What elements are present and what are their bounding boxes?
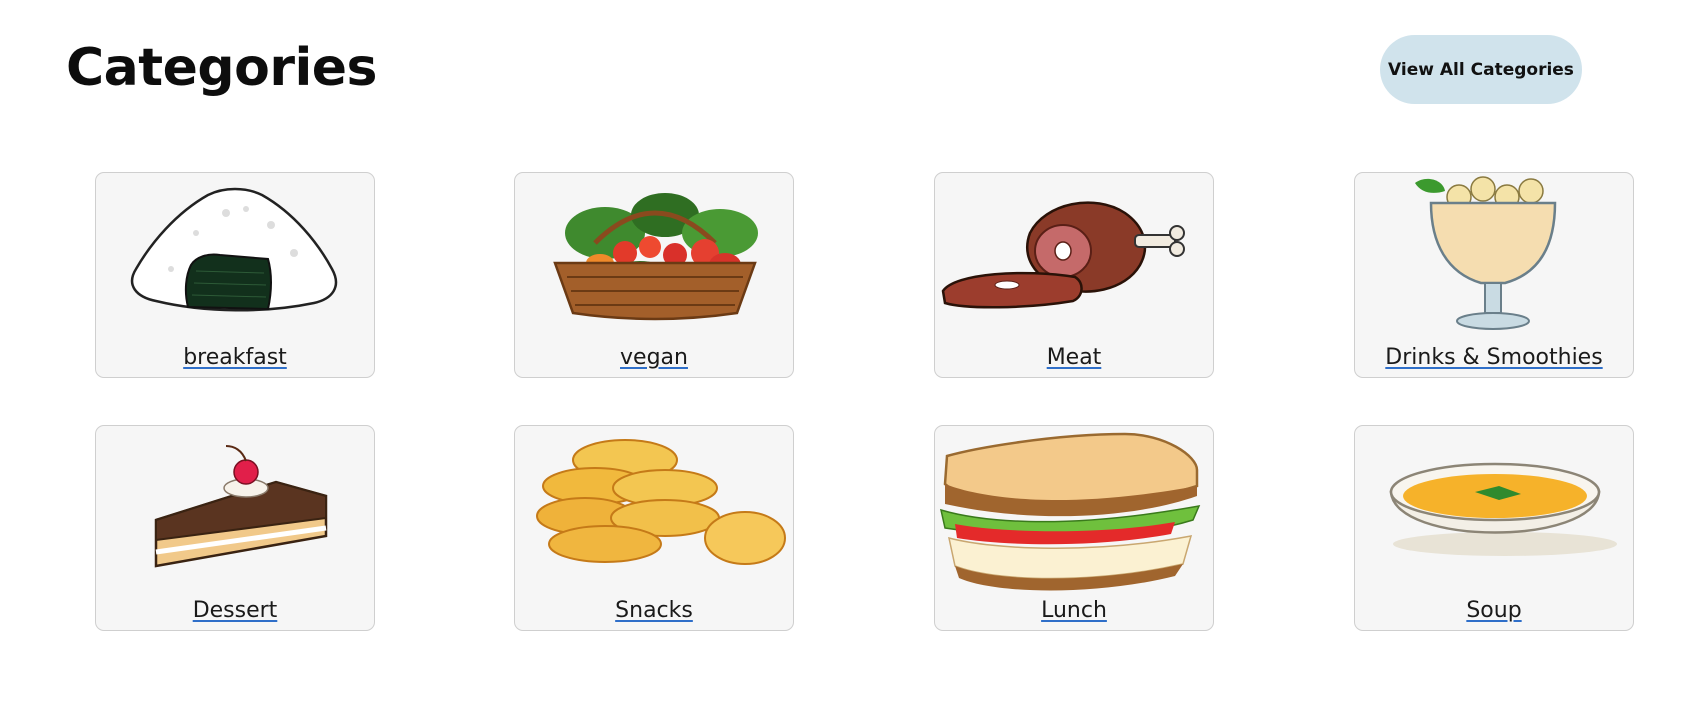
category-card-vegan[interactable]: vegan <box>514 172 794 378</box>
category-card-meat[interactable]: Meat <box>934 172 1214 378</box>
category-card-snacks[interactable]: Snacks <box>514 425 794 631</box>
category-card-lunch[interactable]: Lunch <box>934 425 1214 631</box>
category-card-dessert[interactable]: Dessert <box>95 425 375 631</box>
page-title: Categories <box>66 38 378 98</box>
onigiri-icon <box>130 187 338 312</box>
category-link-vegan[interactable]: vegan <box>515 345 793 370</box>
category-link-dessert[interactable]: Dessert <box>96 598 374 623</box>
vegetable-basket-icon <box>553 193 758 321</box>
soup-bowl-icon <box>1389 462 1617 556</box>
category-card-breakfast[interactable]: breakfast <box>95 172 375 378</box>
category-card-soup[interactable]: Soup <box>1354 425 1634 631</box>
view-all-categories-button[interactable]: View All Categories <box>1380 35 1582 104</box>
category-link-meat[interactable]: Meat <box>935 345 1213 370</box>
category-link-drinks-smoothies[interactable]: Drinks & Smoothies <box>1355 345 1633 370</box>
category-link-lunch[interactable]: Lunch <box>935 598 1213 623</box>
category-link-breakfast[interactable]: breakfast <box>96 345 374 370</box>
ham-leg-icon <box>941 201 1185 309</box>
category-link-soup[interactable]: Soup <box>1355 598 1633 623</box>
category-link-snacks[interactable]: Snacks <box>515 598 793 623</box>
cake-slice-icon <box>154 445 328 568</box>
banana-smoothie-icon <box>1415 176 1557 330</box>
chips-icon <box>536 439 786 565</box>
category-card-drinks-smoothies[interactable]: Drinks & Smoothies <box>1354 172 1634 378</box>
sandwich-icon <box>939 432 1201 591</box>
page-header: Categories View All Categories <box>66 30 1586 110</box>
